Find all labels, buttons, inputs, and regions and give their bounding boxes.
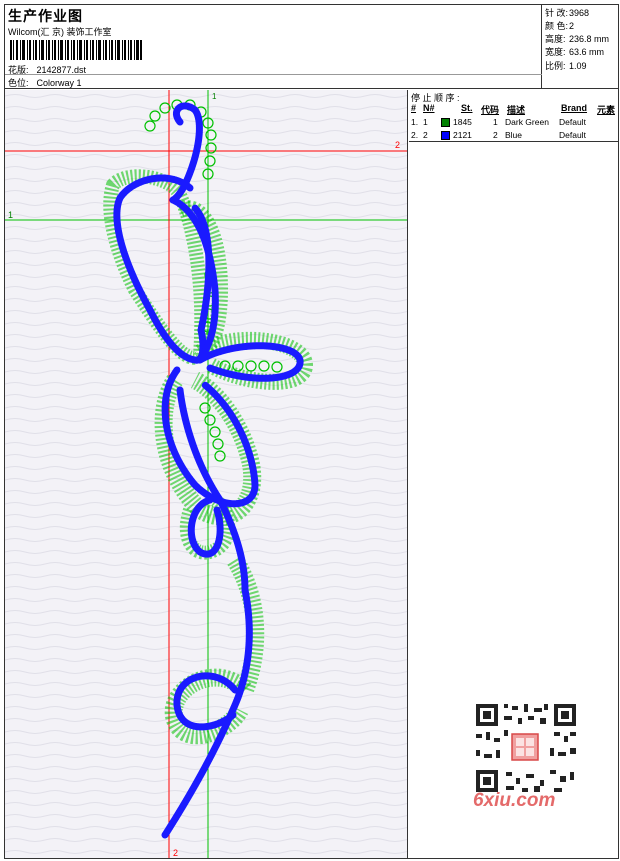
- row-code: 2: [493, 130, 498, 140]
- col-code: 代码: [481, 105, 500, 115]
- guide-v-red-label: 2: [173, 848, 178, 858]
- row-no: 2: [423, 130, 428, 140]
- row-desc: Dark Green: [505, 117, 549, 127]
- stat-colors: 颜 色:2: [545, 19, 574, 32]
- sheet-header: 生产作业图 Wilcom(汇 京) 装饰工作室 花版: 2142877.dst …: [5, 5, 618, 89]
- stat-scale: 比例: 1.09: [545, 59, 587, 72]
- row-st: 1845: [453, 117, 472, 127]
- stat-height-label: 高度:: [545, 34, 566, 44]
- stat-height: 高度: 236.8 mm: [545, 32, 609, 45]
- design-canvas[interactable]: 2 1 1 2: [5, 90, 408, 858]
- embroidery-preview: 2 1 1 2: [5, 90, 407, 858]
- stat-scale-value: 1.09: [569, 61, 587, 71]
- stops-title: 停 止 顺 序 :: [411, 93, 460, 103]
- color-swatch: [441, 118, 450, 127]
- stat-colors-label: 颜 色:: [545, 21, 569, 31]
- col-brand: Brand: [561, 103, 588, 113]
- colorway-line: 色位: Colorway 1: [8, 76, 82, 89]
- guide-v-green-label: 1: [212, 92, 217, 101]
- stat-width: 宽度: 63.6 mm: [545, 45, 604, 58]
- page-title: 生产作业图: [8, 8, 83, 24]
- table-row[interactable]: 2. 2 2121 2 Blue Default: [409, 130, 618, 143]
- col-st: St.: [461, 103, 473, 113]
- color-swatch: [441, 131, 450, 140]
- colorway-label: 色位:: [8, 78, 29, 88]
- barcode-image: [10, 40, 142, 60]
- stat-colors-value: 2: [569, 21, 575, 31]
- row-brand: Default: [559, 117, 586, 127]
- header-divider: [5, 74, 542, 75]
- stat-height-value: 236.8 mm: [569, 34, 610, 44]
- col-desc: 描述: [507, 105, 526, 115]
- watermark-site-logo: 6xiu.com: [473, 790, 556, 811]
- stat-width-value: 63.6 mm: [569, 47, 605, 57]
- guide-h-red-label: 2: [395, 140, 400, 150]
- stat-scale-label: 比例:: [545, 61, 566, 71]
- colorway-value: Colorway 1: [36, 78, 82, 88]
- stat-width-label: 宽度:: [545, 47, 566, 57]
- design-stats: 针 改:3968 颜 色:2 高度: 236.8 mm 宽度: 63.6 mm 比例…: [543, 5, 618, 89]
- header-info: 生产作业图 Wilcom(汇 京) 装饰工作室 花版: 2142877.dst …: [5, 5, 542, 89]
- col-num: #: [411, 103, 417, 113]
- row-no: 1: [423, 117, 428, 127]
- col-elem: 元素: [597, 105, 616, 115]
- stat-stitches-label: 针 改:: [545, 8, 569, 18]
- stop-sequence-table: 停 止 顺 序 : # N# St. 代码 描述 Brand 元素 1. 1 1…: [409, 90, 618, 142]
- stat-stitches: 针 改:3968: [545, 6, 589, 19]
- row-brand: Default: [559, 130, 586, 140]
- row-desc: Blue: [505, 130, 523, 140]
- row-num: 2.: [411, 130, 419, 140]
- table-row[interactable]: 1. 1 1845 1 Dark Green Default: [409, 117, 618, 130]
- row-st: 2121: [453, 130, 472, 140]
- guide-h-green-label: 1: [8, 210, 13, 220]
- stat-stitches-value: 3968: [569, 8, 590, 18]
- company-name: Wilcom(汇 京) 装饰工作室: [8, 27, 112, 37]
- col-no: N#: [423, 103, 435, 113]
- row-code: 1: [493, 117, 498, 127]
- row-num: 1.: [411, 117, 419, 127]
